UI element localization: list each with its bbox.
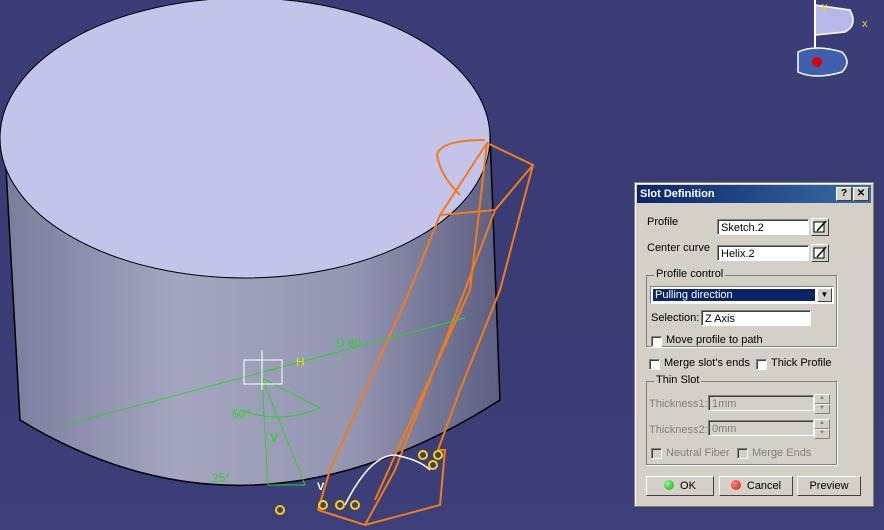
axis-label-v-small: V bbox=[317, 481, 325, 493]
preview-button[interactable]: Preview bbox=[797, 476, 861, 496]
edit-sketch-icon bbox=[813, 220, 827, 233]
profile-field[interactable]: Sketch.2 bbox=[717, 219, 809, 235]
compass-widget: y x bbox=[797, 0, 868, 77]
edit-sketch-icon bbox=[813, 246, 827, 259]
cancel-button[interactable]: Cancel bbox=[719, 476, 793, 496]
thickness1-label: Thickness1: bbox=[649, 398, 708, 410]
center-curve-label: Center curve bbox=[647, 242, 710, 254]
dialog-titlebar[interactable]: Slot Definition ? ✕ bbox=[637, 185, 871, 203]
thickness2-label: Thickness2: bbox=[649, 424, 708, 436]
ok-label: OK bbox=[680, 480, 696, 492]
ok-button[interactable]: OK bbox=[646, 476, 714, 496]
cancel-icon bbox=[730, 480, 741, 490]
slot-definition-dialog: Slot Definition ? ✕ Profile Sketch.2 Cen… bbox=[634, 182, 874, 507]
ok-icon bbox=[664, 480, 675, 490]
move-profile-label: Move profile to path bbox=[666, 334, 763, 346]
selection-field[interactable]: Z Axis bbox=[701, 310, 811, 326]
neutral-fiber-checkbox[interactable] bbox=[651, 448, 662, 459]
neutral-fiber-label: Neutral Fiber bbox=[666, 447, 730, 459]
thickness1-field[interactable]: 1mm bbox=[708, 395, 814, 411]
profile-label: Profile bbox=[647, 216, 679, 228]
move-profile-checkbox[interactable] bbox=[651, 336, 662, 347]
thick-profile-checkbox[interactable] bbox=[756, 359, 767, 370]
center-curve-sketch-button[interactable] bbox=[811, 244, 829, 262]
help-button[interactable]: ? bbox=[836, 187, 852, 201]
merge-slot-ends-checkbox[interactable] bbox=[649, 359, 660, 370]
thickness2-field[interactable]: 0mm bbox=[708, 420, 814, 436]
cancel-label: Cancel bbox=[746, 480, 782, 492]
compass-x-label: x bbox=[862, 18, 868, 30]
chevron-down-icon[interactable]: ▼ bbox=[817, 288, 832, 302]
axis-label-h: H bbox=[296, 355, 305, 369]
merge-slot-ends-label: Merge slot's ends bbox=[664, 357, 750, 369]
thickness1-spinner[interactable]: ▲ ▼ bbox=[814, 394, 830, 414]
angle-label-25: 25° bbox=[212, 471, 230, 485]
compass-y-label: y bbox=[822, 1, 828, 13]
angle-label-60: 60° bbox=[232, 407, 250, 421]
cylinder-top-face bbox=[0, 0, 491, 279]
dimension-label: D 80 bbox=[336, 336, 362, 350]
thin-slot-legend: Thin Slot bbox=[654, 374, 702, 386]
dialog-title: Slot Definition bbox=[640, 188, 715, 200]
close-button[interactable]: ✕ bbox=[853, 187, 869, 201]
profile-control-dropdown[interactable]: Pulling direction ▼ bbox=[650, 286, 834, 304]
thick-profile-label: Thick Profile bbox=[771, 357, 832, 369]
axis-label-v: V bbox=[270, 431, 278, 445]
profile-control-legend: Profile control bbox=[654, 268, 726, 280]
merge-ends-checkbox[interactable] bbox=[737, 448, 748, 459]
center-curve-field[interactable]: Helix.2 bbox=[717, 245, 809, 261]
thickness2-spinner[interactable]: ▲ ▼ bbox=[814, 419, 830, 439]
dropdown-selected: Pulling direction bbox=[653, 289, 815, 301]
selection-label: Selection: bbox=[651, 312, 700, 324]
profile-sketch-button[interactable] bbox=[811, 218, 829, 236]
merge-ends-label: Merge Ends bbox=[752, 447, 812, 459]
